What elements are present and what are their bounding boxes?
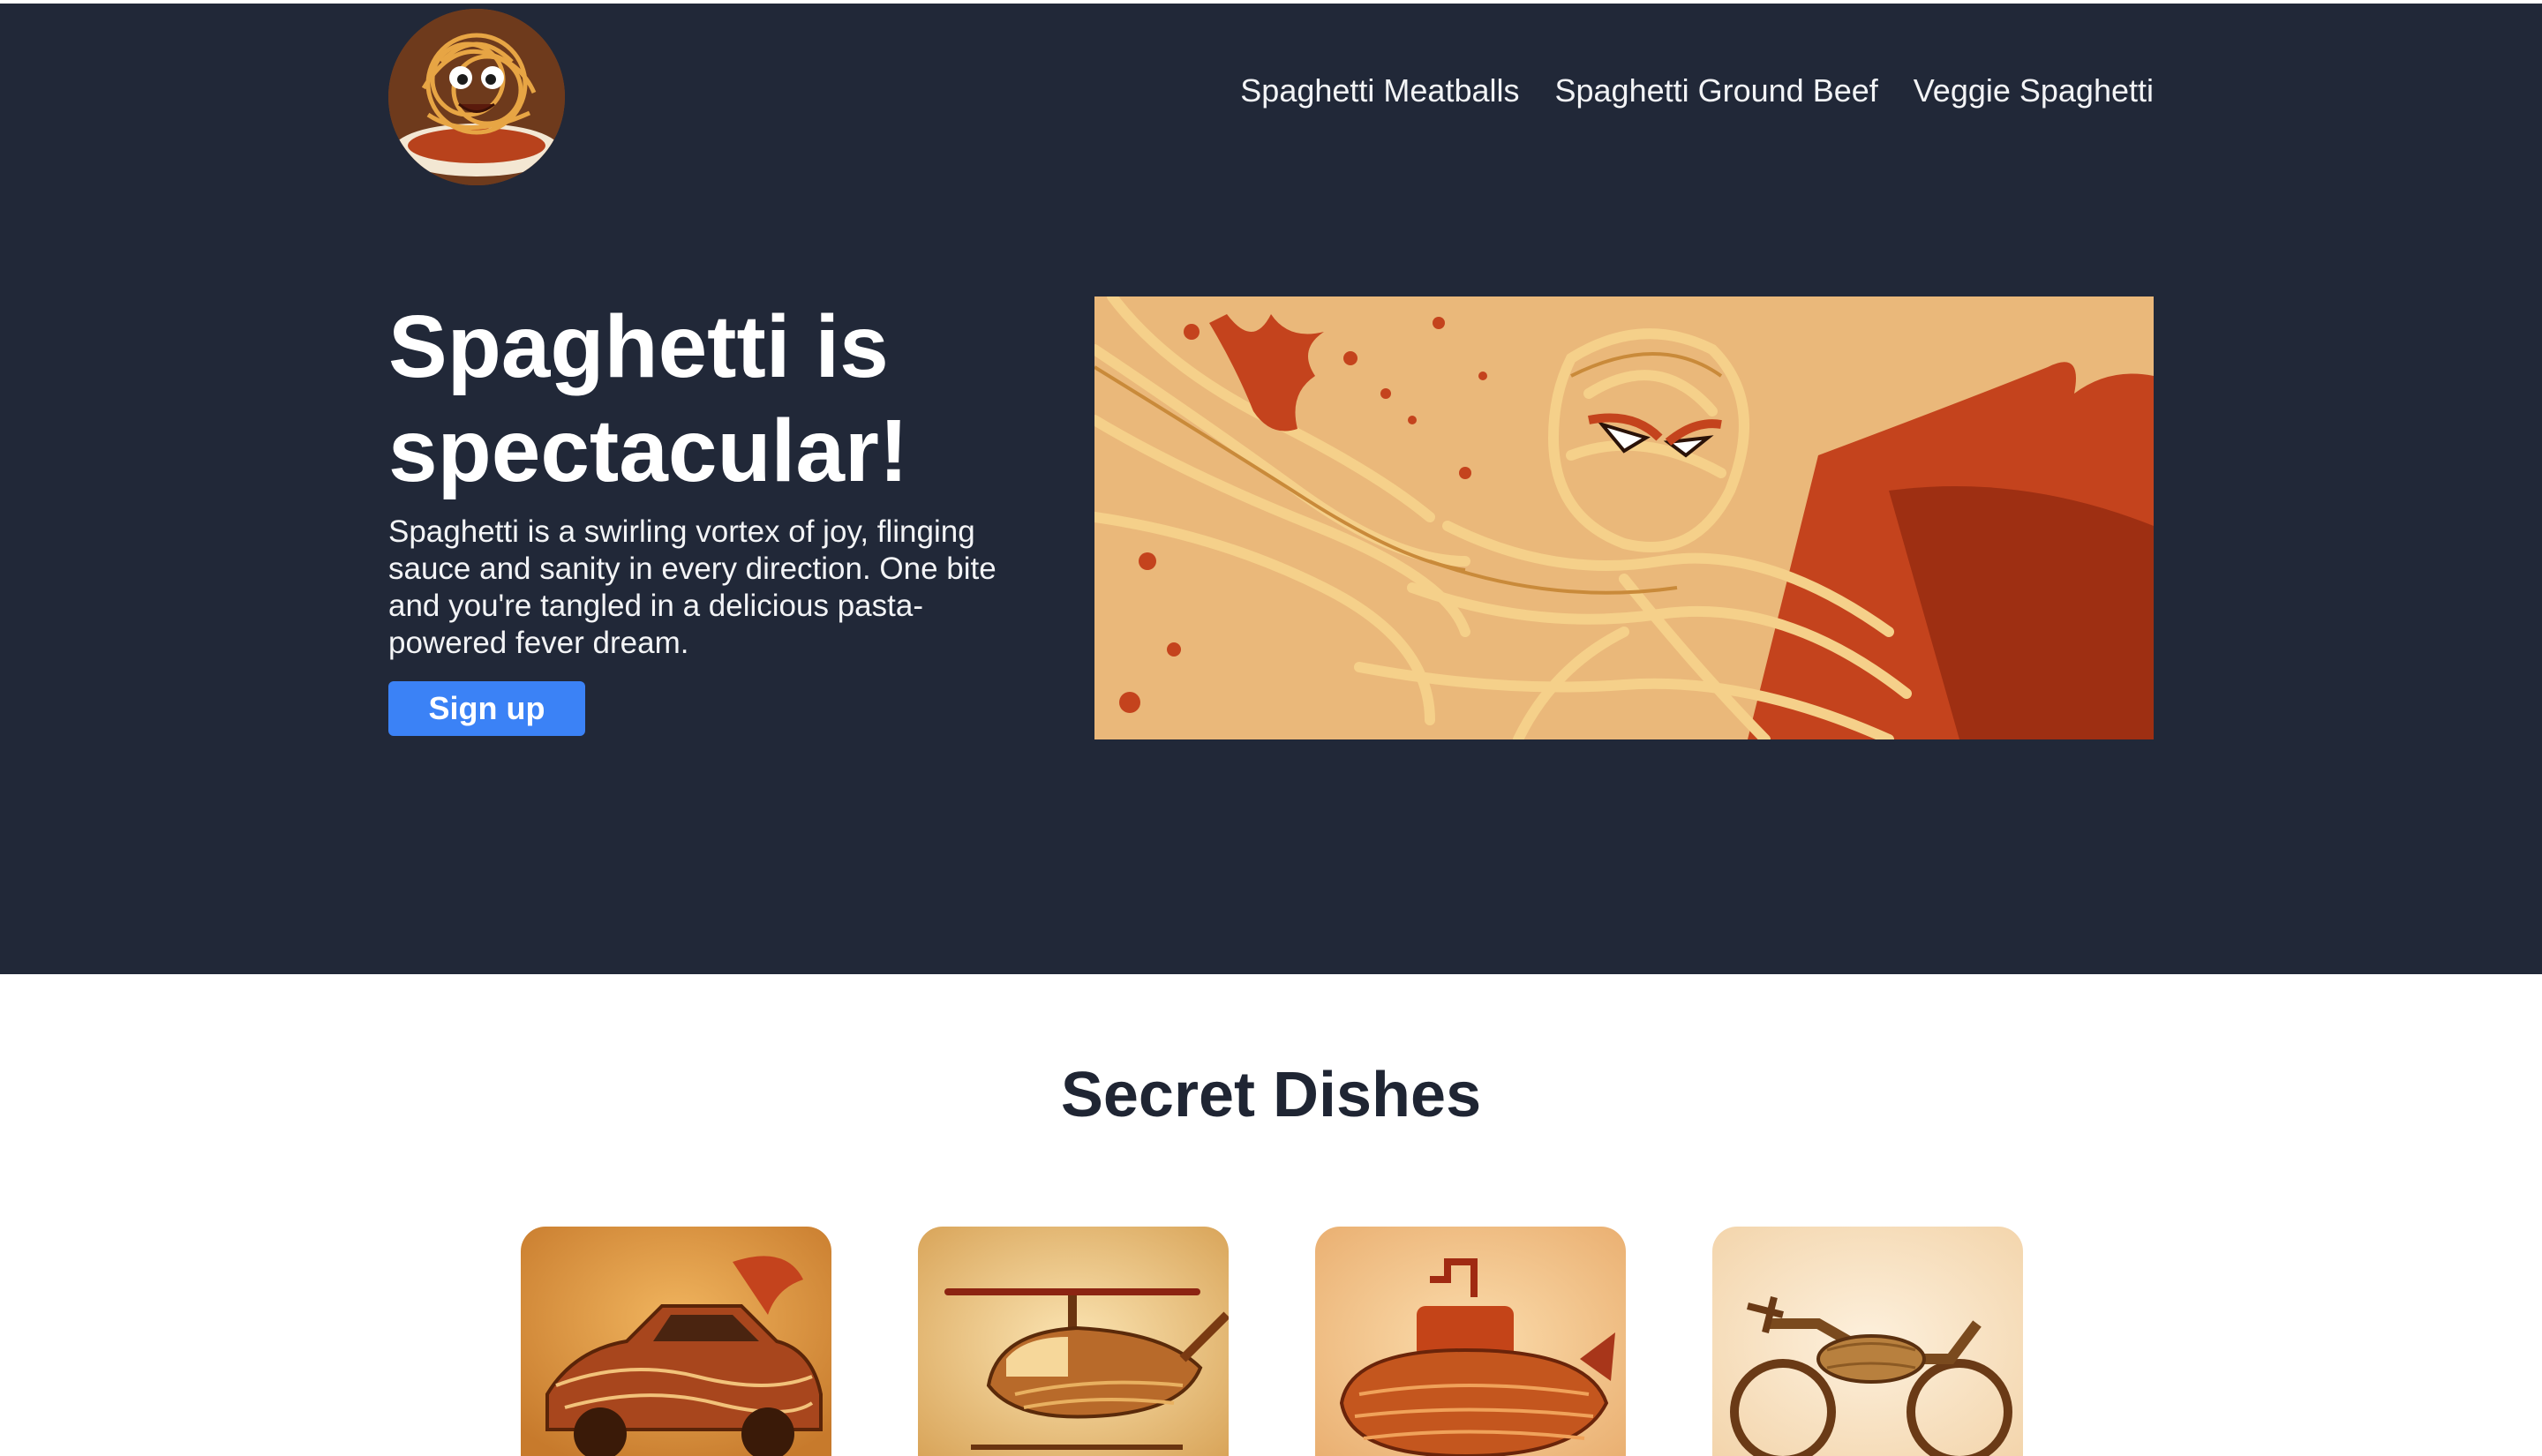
hero-title: Spaghetti is spectacular!	[388, 297, 909, 500]
spaghetti-superhero-illustration	[1094, 296, 2154, 739]
spaghetti-car-illustration[interactable]	[521, 1227, 831, 1456]
secret-dishes-title: Secret Dishes	[1060, 1060, 1482, 1130]
spaghetti-helicopter-illustration[interactable]	[918, 1227, 1229, 1456]
hero-description: Spaghetti is a swirling vortex of joy, f…	[388, 514, 996, 660]
nav-link-spaghetti-ground-beef[interactable]: Spaghetti Ground Beef	[1555, 72, 1878, 109]
main-nav: Spaghetti Meatballs Spaghetti Ground Bee…	[1240, 72, 2154, 109]
nav-link-spaghetti-meatballs[interactable]: Spaghetti Meatballs	[1240, 72, 1519, 109]
spaghetti-motorcycle-illustration[interactable]	[1712, 1227, 2023, 1456]
spaghetti-monster-icon[interactable]	[388, 9, 565, 185]
hero-section: Spaghetti Meatballs Spaghetti Ground Bee…	[0, 4, 2542, 974]
signup-button[interactable]: Sign up	[388, 681, 585, 736]
spaghetti-submarine-illustration[interactable]	[1315, 1227, 1626, 1456]
nav-link-veggie-spaghetti[interactable]: Veggie Spaghetti	[1914, 72, 2154, 109]
